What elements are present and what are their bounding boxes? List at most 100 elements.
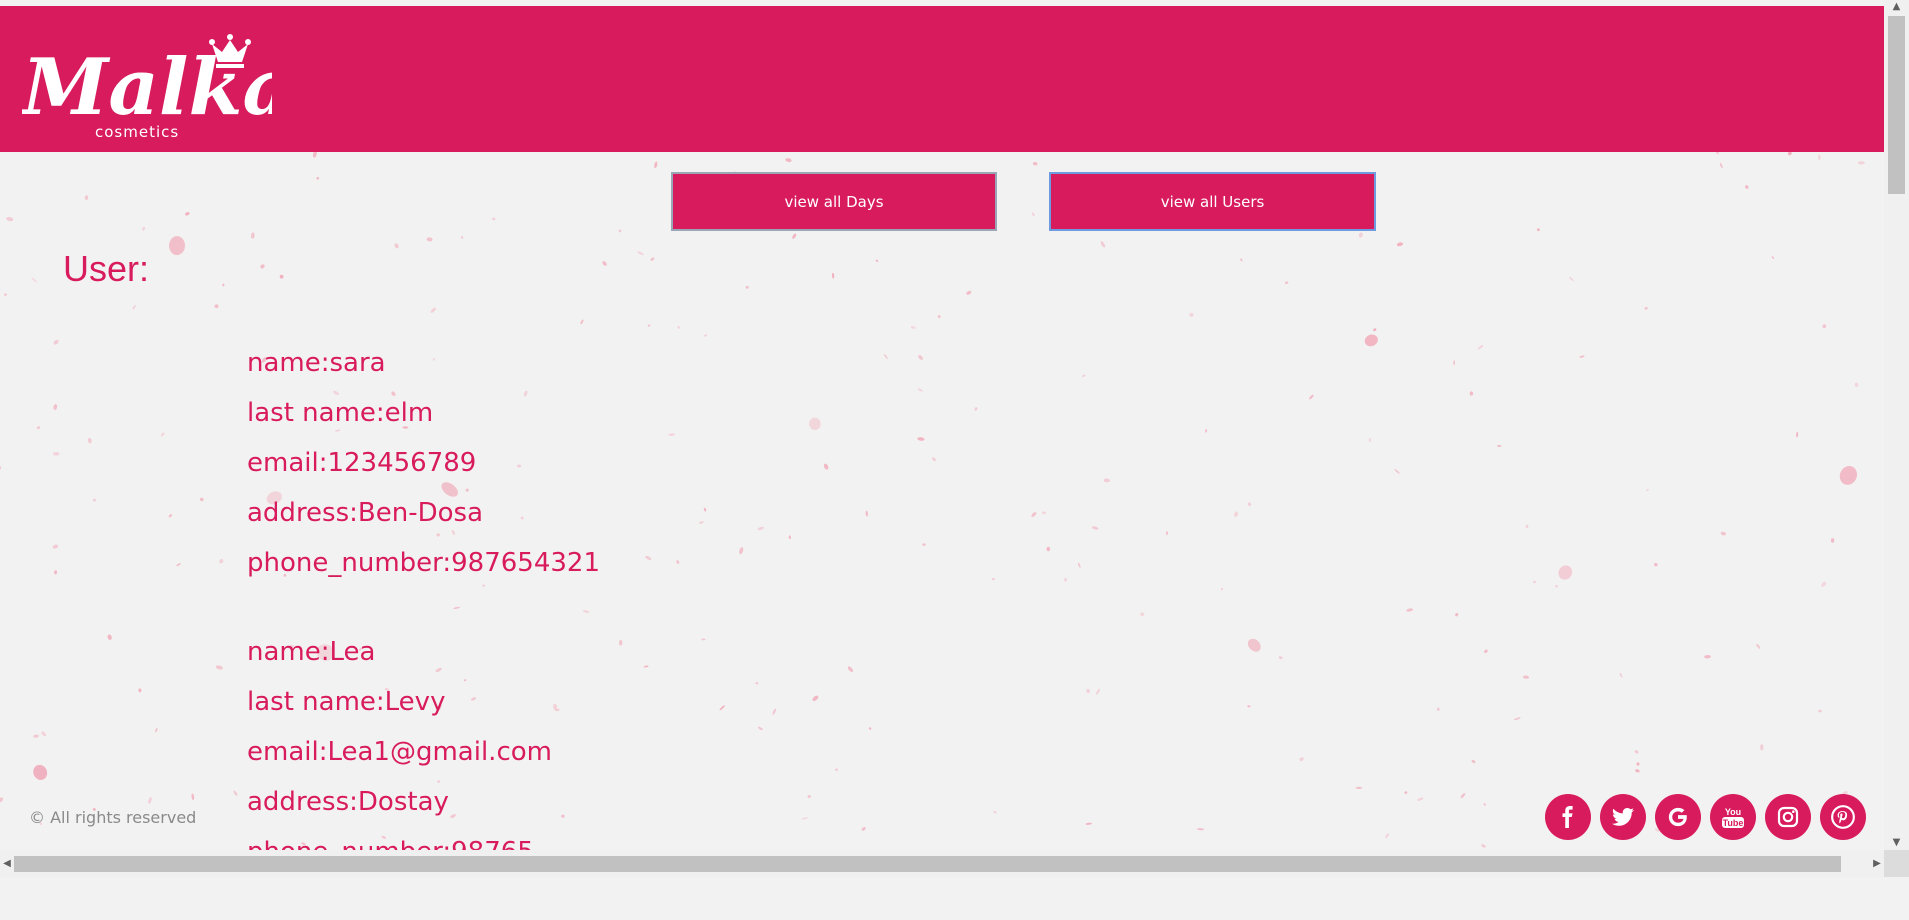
petal [650, 257, 655, 261]
petal [1082, 374, 1086, 378]
horizontal-scroll-thumb[interactable] [14, 856, 1841, 872]
petal [1247, 502, 1252, 506]
social-links: You Tube [1545, 794, 1866, 840]
petal [823, 463, 829, 470]
petal [1031, 512, 1037, 517]
petal [233, 790, 238, 796]
vertical-scrollbar[interactable]: ▲ ▼ [1884, 0, 1909, 850]
petal [602, 261, 607, 266]
pinterest-icon[interactable] [1820, 794, 1866, 840]
view-all-users-button[interactable]: view all Users [1049, 172, 1376, 231]
twitter-icon[interactable] [1600, 794, 1646, 840]
petal [185, 212, 190, 216]
petal [1455, 613, 1459, 617]
petal [1396, 242, 1403, 247]
scroll-right-icon[interactable]: ▶ [1870, 850, 1884, 877]
petal [168, 236, 186, 256]
petal [52, 451, 60, 456]
petal [1103, 478, 1110, 483]
petal [1771, 256, 1775, 259]
petal [1818, 154, 1821, 160]
user-address: address:Dostay [247, 787, 449, 817]
scroll-down-icon[interactable]: ▼ [1884, 836, 1909, 850]
petal [0, 465, 1, 470]
svg-text:cosmetics: cosmetics [95, 123, 179, 141]
facebook-icon[interactable] [1545, 794, 1591, 840]
view-all-days-button[interactable]: view all Days [671, 172, 997, 231]
petal [1085, 822, 1092, 825]
scroll-up-icon[interactable]: ▲ [1884, 0, 1909, 14]
petal [1453, 360, 1456, 366]
petal [461, 236, 464, 239]
user-phone: phone_number:987654321 [247, 548, 601, 578]
site-header: Malka cosmetics [0, 6, 1884, 152]
petal [1646, 488, 1649, 492]
youtube-icon[interactable]: You Tube [1710, 794, 1756, 840]
petal [200, 497, 204, 502]
user-email: email:Lea1@gmail.com [247, 737, 552, 767]
petal [1385, 833, 1389, 839]
petal [801, 817, 808, 820]
petal [1364, 334, 1378, 347]
petal [53, 339, 59, 345]
petal [1634, 750, 1639, 754]
scroll-left-icon[interactable]: ◀ [0, 850, 14, 877]
petal [1373, 328, 1377, 332]
petal [250, 232, 255, 239]
petal [1091, 526, 1099, 530]
petal [87, 437, 92, 444]
petal [1568, 276, 1574, 282]
petal [1830, 538, 1835, 543]
petal [191, 793, 195, 801]
vertical-scroll-thumb[interactable] [1888, 16, 1905, 194]
page-title: User: [63, 248, 150, 289]
petal [492, 217, 496, 221]
petal [1525, 524, 1529, 528]
petal [1469, 391, 1474, 396]
copyright-text: © All rights reserved [29, 808, 197, 827]
petal [704, 334, 707, 337]
petal [677, 326, 681, 329]
petal [53, 404, 58, 411]
petal [868, 727, 872, 730]
petal [1471, 759, 1476, 764]
petal [703, 507, 707, 512]
petal [1555, 584, 1558, 588]
petal [785, 158, 792, 163]
petal [991, 578, 995, 581]
petal [1477, 345, 1484, 350]
svg-text:Tube: Tube [1723, 818, 1744, 828]
petal [918, 355, 923, 360]
petal [92, 498, 97, 502]
petal [1745, 185, 1749, 189]
google-icon[interactable] [1655, 794, 1701, 840]
petal [33, 734, 39, 738]
petal [910, 326, 916, 329]
petal [168, 514, 173, 518]
petal [1619, 672, 1623, 678]
petal [992, 810, 997, 814]
petal [1041, 511, 1047, 515]
petal [1189, 312, 1194, 317]
petal [1031, 212, 1035, 217]
petal [676, 560, 680, 564]
petal [1644, 307, 1648, 310]
horizontal-scrollbar[interactable]: ◀ ▶ [0, 850, 1884, 877]
petal [160, 432, 165, 437]
malka-cosmetics-logo[interactable]: Malka cosmetics [19, 20, 293, 142]
petal [757, 526, 764, 531]
petal [1636, 762, 1640, 766]
petal [831, 272, 835, 279]
petal [1394, 469, 1400, 474]
user-last-name: last name:elm [247, 398, 434, 428]
petal [745, 285, 749, 289]
petal [1481, 844, 1486, 848]
user-last-name: last name:Levy [247, 687, 446, 717]
petal [917, 437, 925, 441]
petal [142, 226, 145, 231]
petal [1822, 324, 1827, 329]
petal [1404, 791, 1408, 794]
petal [4, 293, 7, 296]
petal [739, 547, 744, 555]
instagram-icon[interactable] [1765, 794, 1811, 840]
